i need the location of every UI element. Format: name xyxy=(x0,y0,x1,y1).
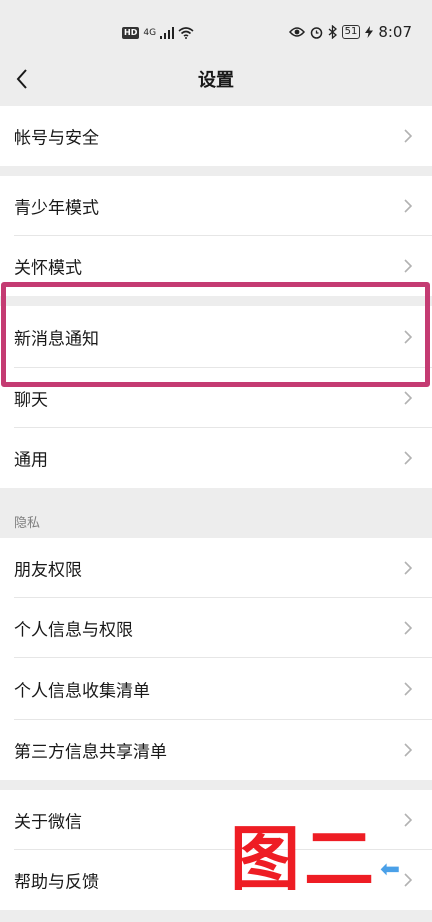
chevron-right-icon xyxy=(404,259,412,273)
settings-item-label: 聊天 xyxy=(14,390,48,411)
charging-icon xyxy=(365,26,374,38)
chevron-right-icon xyxy=(404,873,412,887)
settings-item-general[interactable]: 通用 xyxy=(0,428,432,488)
settings-item-new-message-notification[interactable]: 新消息通知 xyxy=(0,306,432,368)
settings-item-label: 第三方信息共享清单 xyxy=(14,742,167,763)
settings-item-help-feedback[interactable]: 帮助与反馈 xyxy=(0,850,432,910)
eye-icon xyxy=(288,27,305,37)
settings-item-about-wechat[interactable]: 关于微信 xyxy=(0,790,432,850)
chevron-right-icon xyxy=(404,621,412,635)
settings-item-label: 帮助与反馈 xyxy=(14,872,99,893)
chevron-right-icon xyxy=(404,813,412,827)
chevron-right-icon xyxy=(404,391,412,405)
arrow-left-icon: ⬅ xyxy=(380,855,401,883)
settings-item-youth-mode[interactable]: 青少年模式 xyxy=(0,176,432,236)
chevron-right-icon xyxy=(404,743,412,757)
hd-badge: HD xyxy=(122,27,140,39)
settings-item-label: 个人信息收集清单 xyxy=(14,681,150,702)
status-bar: HD 4G 51 8:07 xyxy=(0,0,432,62)
wifi-icon xyxy=(178,27,194,39)
chevron-right-icon xyxy=(404,451,412,465)
chevron-right-icon xyxy=(404,330,412,344)
status-time: 8:07 xyxy=(378,23,412,41)
signal-icon xyxy=(160,27,175,39)
page-title: 设置 xyxy=(198,70,234,91)
settings-item-label: 新消息通知 xyxy=(14,329,99,350)
nav-bar: 设置 xyxy=(0,62,432,106)
bluetooth-icon xyxy=(328,25,337,39)
alarm-icon xyxy=(310,26,322,39)
settings-item-label: 个人信息与权限 xyxy=(14,620,133,641)
status-bar-network-icons: HD 4G xyxy=(122,24,194,42)
settings-item-chat[interactable]: 聊天 xyxy=(0,368,432,428)
status-bar-right: 51 8:07 xyxy=(288,23,412,41)
section-header-privacy: 隐私 xyxy=(14,516,41,531)
settings-item-label: 帐号与安全 xyxy=(14,128,99,149)
settings-item-label: 通用 xyxy=(14,450,48,471)
battery-icon: 51 xyxy=(341,25,361,39)
chevron-right-icon xyxy=(404,129,412,143)
settings-item-label: 青少年模式 xyxy=(14,198,99,219)
settings-item-label: 关于微信 xyxy=(14,812,82,833)
network-type-label: 4G xyxy=(143,28,157,38)
chevron-right-icon xyxy=(404,561,412,575)
settings-item-third-party-sharing-list[interactable]: 第三方信息共享清单 xyxy=(0,720,432,780)
settings-item-label: 关怀模式 xyxy=(14,258,82,279)
settings-item-account-security[interactable]: 帐号与安全 xyxy=(0,106,432,166)
settings-item-personal-info-permissions[interactable]: 个人信息与权限 xyxy=(0,598,432,658)
settings-item-personal-info-collection-list[interactable]: 个人信息收集清单 xyxy=(0,658,432,720)
settings-item-label: 朋友权限 xyxy=(14,560,82,581)
settings-item-care-mode[interactable]: 关怀模式 xyxy=(0,236,432,296)
settings-item-friend-permissions[interactable]: 朋友权限 xyxy=(0,538,432,598)
chevron-right-icon xyxy=(404,682,412,696)
chevron-right-icon xyxy=(404,199,412,213)
